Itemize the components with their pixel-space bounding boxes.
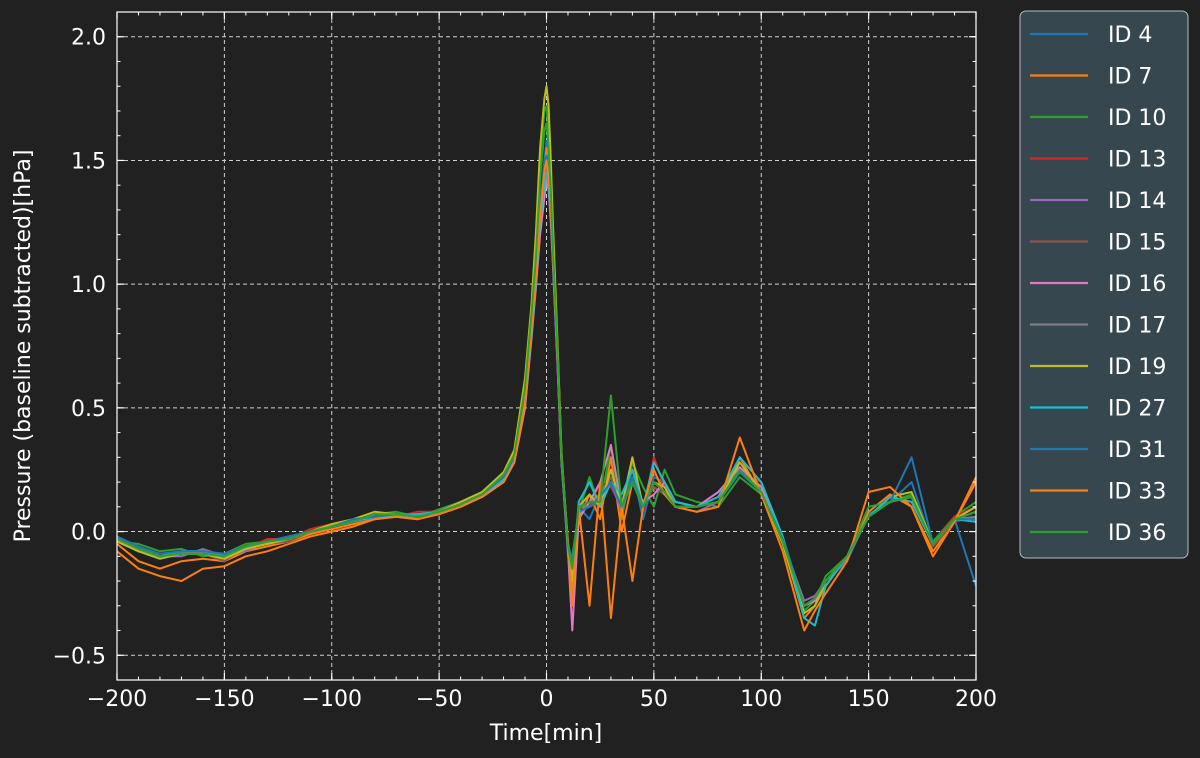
x-tick-label: −200 — [87, 687, 147, 712]
legend-label: ID 31 — [1108, 438, 1166, 463]
legend-label: ID 10 — [1108, 106, 1166, 131]
legend-label: ID 14 — [1108, 189, 1166, 214]
x-axis-label: Time[min] — [489, 721, 603, 746]
legend-label: ID 19 — [1108, 355, 1166, 380]
chart-svg: −200 −150 −100 −50 0 50 100 150 200 −0.5 0.0 0.5 1.… — [0, 0, 1200, 758]
legend-label: ID 17 — [1108, 314, 1166, 339]
legend-label: ID 33 — [1108, 480, 1166, 505]
x-tick-label: −50 — [416, 687, 462, 712]
y-tick-label: 1.0 — [71, 273, 106, 298]
legend-label: ID 13 — [1108, 148, 1166, 173]
legend-label: ID 36 — [1108, 521, 1166, 546]
legend-label: ID 16 — [1108, 272, 1166, 297]
x-tick-label: 100 — [740, 687, 782, 712]
x-tick-labels: −200 −150 −100 −50 0 50 100 150 200 — [87, 687, 997, 712]
legend-label: ID 27 — [1108, 397, 1166, 422]
x-tick-label: −100 — [302, 687, 362, 712]
x-tick-label: 50 — [640, 687, 668, 712]
x-tick-label: 200 — [955, 687, 997, 712]
x-tick-label: 150 — [848, 687, 890, 712]
y-tick-label: 0.5 — [71, 397, 106, 422]
legend: ID 4 ID 7 ID 10 ID 13 ID 14 ID 15 ID 16 ID 17 ID… — [1019, 10, 1189, 559]
x-tick-label: 0 — [540, 687, 554, 712]
y-tick-label: 0.0 — [71, 521, 106, 546]
legend-label: ID 4 — [1108, 23, 1152, 48]
y-axis-label: Pressure (baseline subtracted)[hPa] — [11, 150, 36, 543]
x-tick-label: −150 — [194, 687, 254, 712]
legend-label: ID 7 — [1108, 65, 1152, 90]
y-tick-label: 1.5 — [71, 149, 106, 174]
y-tick-label: −0.5 — [53, 644, 106, 669]
y-tick-label: 2.0 — [71, 26, 106, 51]
legend-label: ID 15 — [1108, 231, 1166, 256]
